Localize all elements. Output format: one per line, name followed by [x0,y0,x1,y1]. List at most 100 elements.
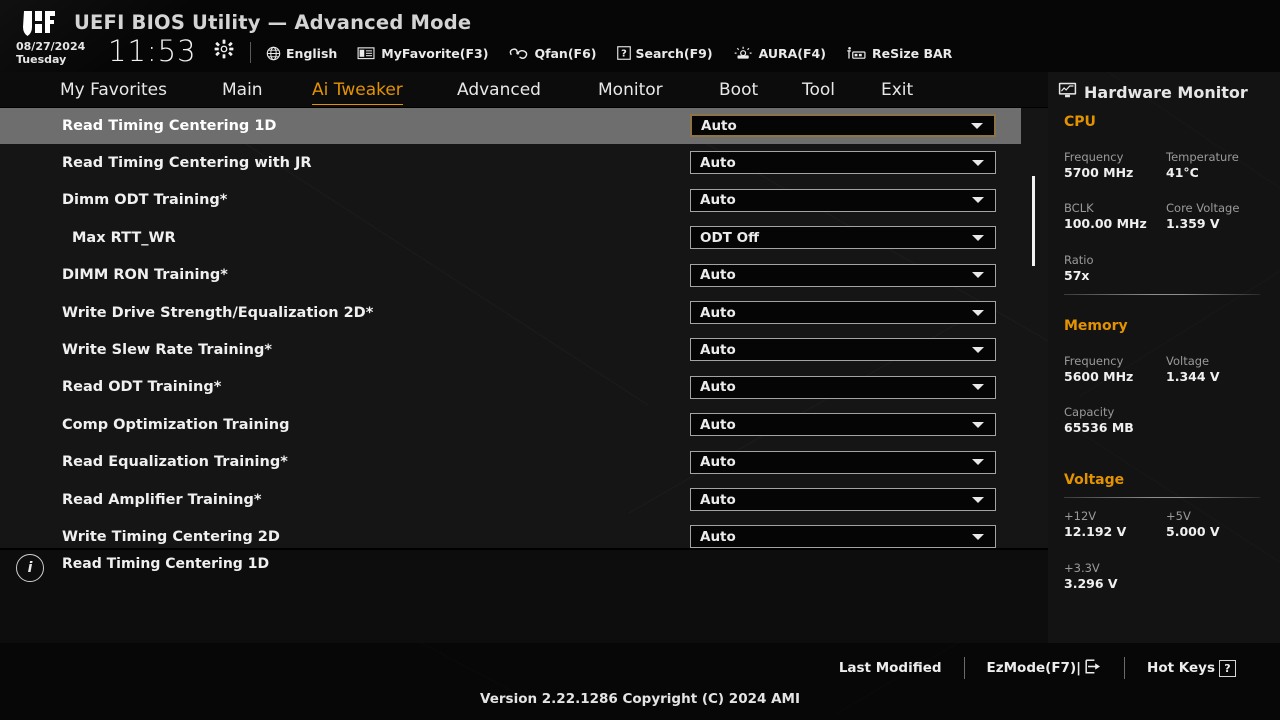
nav-item-tool[interactable]: Tool [802,80,835,102]
table-row[interactable]: Read ODT Training* Auto [0,369,1021,406]
chevron-down-icon[interactable] [972,159,984,166]
hw-field-value: 3.296 V [1064,576,1118,591]
nav-item-exit[interactable]: Exit [881,80,913,102]
setting-dropdown[interactable]: Auto [690,525,996,548]
language-button[interactable]: English [266,46,337,61]
hw-section-divider [1064,497,1260,498]
setting-dropdown[interactable]: Auto [690,338,996,362]
tuf-shield-logo [14,9,66,39]
last-modified-button[interactable]: Last Modified [817,660,964,676]
table-row[interactable]: Read Timing Centering with JR Auto [0,144,1021,181]
chevron-down-icon[interactable] [972,346,984,353]
page-title: UEFI BIOS Utility — Advanced Mode [74,11,472,34]
nav-item-main[interactable]: Main [222,80,263,102]
svg-text:?: ? [621,49,627,60]
setting-dropdown[interactable]: Auto [690,301,996,324]
setting-dropdown[interactable]: Auto [690,375,996,399]
table-row[interactable]: Dimm ODT Training* Auto [0,182,1021,219]
aura-button[interactable]: AURA(F4) [733,46,826,61]
aura-light-icon [733,46,754,61]
chevron-down-icon[interactable] [972,197,984,204]
table-row[interactable]: Read Equalization Training* Auto [0,444,1021,481]
hw-field-key: Core Voltage [1166,201,1240,215]
chevron-down-icon[interactable] [972,384,984,391]
app-footer: Last Modified EzMode(F7)| Hot Keys ? Ver… [0,643,1280,720]
hw-field: Frequency 5600 MHz [1064,354,1133,385]
table-row[interactable]: DIMM RON Training* Auto [0,257,1021,294]
settings-rows: Read Timing Centering 1D Auto Read Timing … [0,108,1048,548]
setting-label: Read ODT Training* [62,379,222,396]
hw-section-voltage: Voltage [1064,472,1125,488]
myfavorite-button[interactable]: MyFavorite(F3) [357,46,488,61]
hardware-monitor-title: Hardware Monitor [1058,82,1248,102]
hw-field-key: +12V [1064,509,1097,523]
hw-section-cpu: CPU [1064,114,1096,130]
setting-dropdown[interactable]: Auto [690,413,996,437]
header-divider [250,42,251,63]
table-row[interactable]: Write Drive Strength/Equalization 2D* Aut… [0,294,1021,331]
fan-icon [508,46,529,61]
setting-dropdown[interactable]: Auto [690,450,996,474]
search-button[interactable]: ? Search(F9) [616,46,713,61]
setting-dropdown[interactable]: ODT Off [690,226,996,250]
setting-value: Auto [700,454,736,471]
setting-value: Auto [700,341,736,358]
resize-bar-button[interactable]: ReSize BAR [846,46,952,61]
nav-item-my-favorites[interactable]: My Favorites [60,80,167,102]
settings-scrollbar-thumb[interactable] [1032,176,1035,266]
setting-label: Write Timing Centering 2D [62,529,280,546]
app-header: UEFI BIOS Utility — Advanced Mode 08/27/… [0,0,1280,72]
header-toolbar: English MyFavorite(F3) Qfan(F6) ? Search… [266,41,952,65]
nav-item-advanced[interactable]: Advanced [457,80,541,102]
setting-value: Auto [700,416,736,433]
setting-value: Auto [701,117,737,134]
hw-field-key: Frequency [1064,150,1124,164]
nav-item-boot[interactable]: Boot [719,80,758,102]
setting-value: Auto [700,304,736,321]
hw-field: +12V 12.192 V [1064,509,1126,540]
hw-field-value: 1.359 V [1166,216,1220,231]
aura-label: AURA(F4) [758,45,826,61]
setting-dropdown[interactable]: Auto [690,114,996,137]
table-row[interactable]: Comp Optimization Training Auto [0,406,1021,443]
gear-icon[interactable] [214,39,234,59]
setting-dropdown[interactable]: Auto [690,188,996,212]
chevron-down-icon[interactable] [972,533,984,540]
table-row[interactable]: Read Timing Centering 1D Auto [0,108,1021,145]
setting-label: Read Amplifier Training* [62,491,262,508]
table-row[interactable]: Write Timing Centering 2D Auto [0,518,1021,548]
last-modified-label: Last Modified [838,660,942,676]
clock-display: 11:53 [108,34,197,68]
ezmode-button[interactable]: EzMode(F7)| [965,658,1125,678]
chevron-down-icon[interactable] [971,122,983,129]
setting-dropdown[interactable]: Auto [690,488,996,511]
hw-field-value: 65536 MB [1064,420,1134,435]
chevron-down-icon[interactable] [972,272,984,279]
hw-field-key: Temperature [1166,150,1239,164]
setting-value: Auto [700,192,736,209]
chevron-down-icon[interactable] [972,421,984,428]
version-text: Version 2.22.1286 Copyright (C) 2024 AMI [480,691,800,707]
chevron-down-icon[interactable] [972,309,984,316]
setting-value: Auto [700,267,736,284]
hw-field-value: 57x [1064,268,1090,283]
help-text: Read Timing Centering 1D [62,556,270,572]
hw-field-value: 5600 MHz [1064,369,1134,384]
ezmode-label: EzMode(F7)| [986,660,1082,676]
chevron-down-icon[interactable] [972,459,984,466]
hw-diagonal-3 [1062,420,1280,584]
chevron-down-icon[interactable] [972,234,984,241]
nav-item-monitor[interactable]: Monitor [598,80,663,102]
chevron-down-icon[interactable] [972,496,984,503]
table-row[interactable]: Read Amplifier Training* Auto [0,481,1021,518]
table-row[interactable]: Write Slew Rate Training* Auto [0,331,1021,368]
hot-keys-button[interactable]: Hot Keys ? [1125,659,1258,677]
nav-item-ai-tweaker[interactable]: Ai Tweaker [312,80,403,105]
globe-icon [266,46,281,61]
qfan-button[interactable]: Qfan(F6) [508,46,597,61]
table-row[interactable]: Max RTT_WR ODT Off [0,219,1021,256]
setting-dropdown[interactable]: Auto [690,263,996,287]
setting-value: Auto [700,379,736,396]
setting-dropdown[interactable]: Auto [690,151,996,175]
hw-field: +3.3V 3.296 V [1064,561,1118,592]
